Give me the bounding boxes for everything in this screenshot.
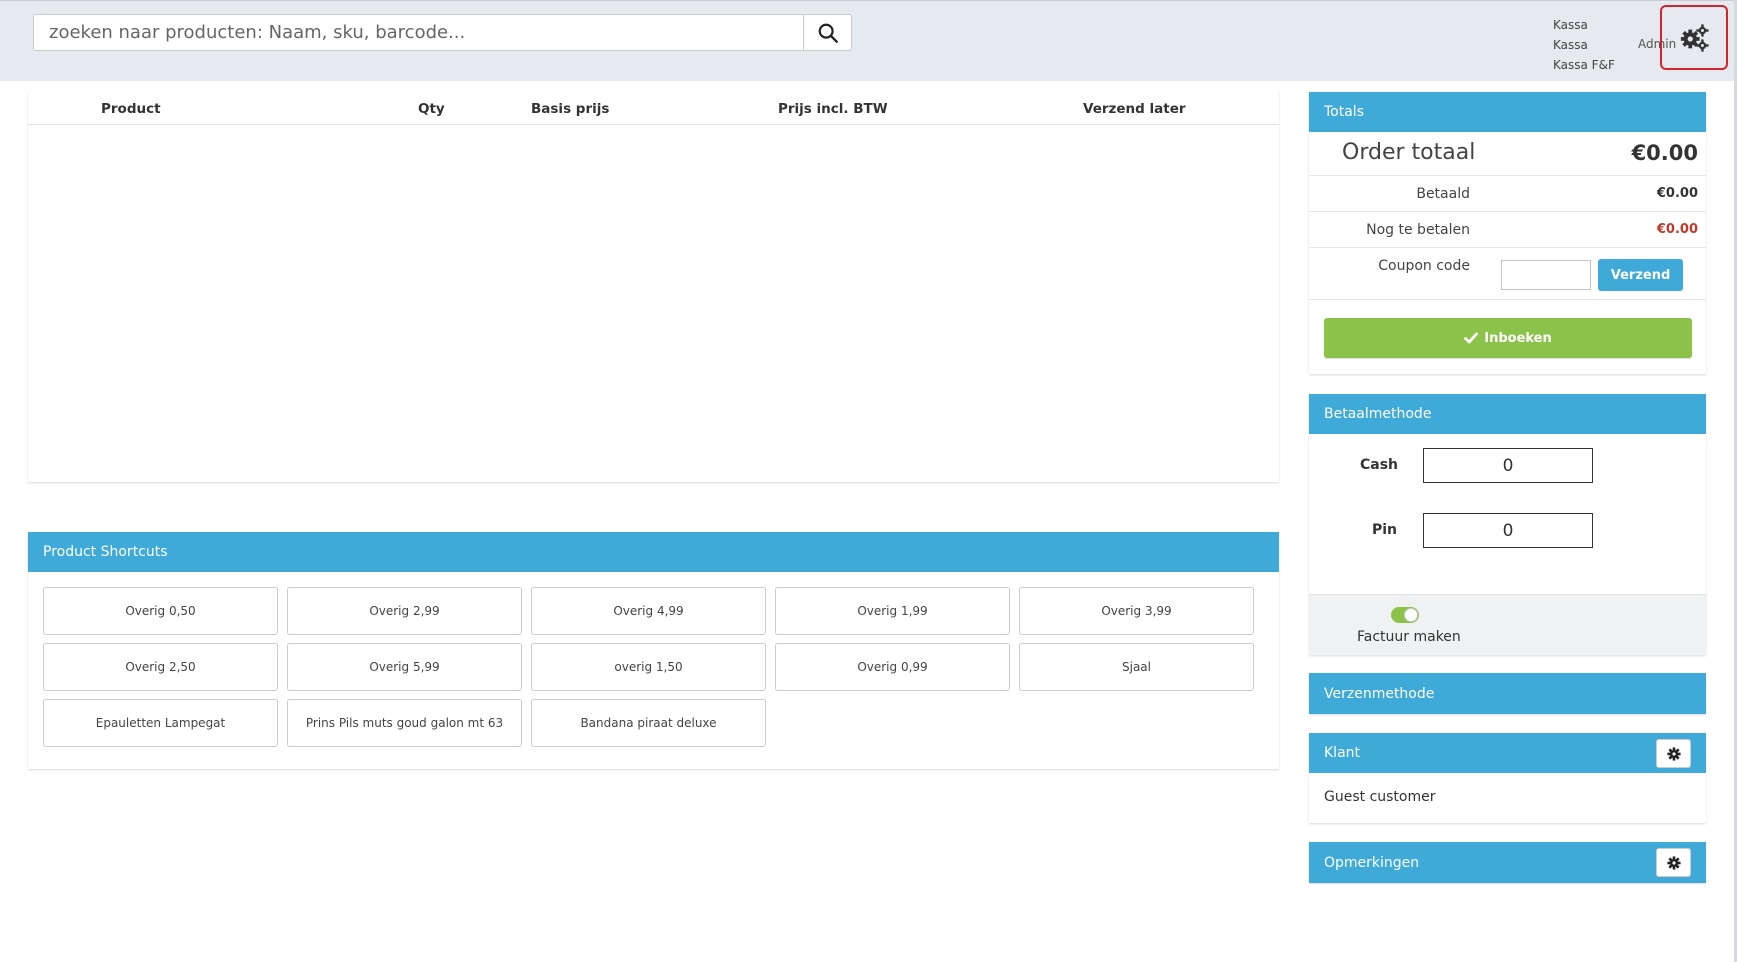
order-total-value: €0.00 <box>1631 141 1698 165</box>
shortcut-button[interactable]: Overig 2,99 <box>287 587 522 635</box>
shortcut-button[interactable]: Epauletten Lampegat <box>43 699 278 747</box>
pin-input[interactable] <box>1423 513 1593 548</box>
register-item[interactable]: Kassa <box>1553 35 1615 55</box>
register-item[interactable]: Kassa <box>1553 15 1615 35</box>
shortcut-button[interactable]: Overig 0,50 <box>43 587 278 635</box>
column-price-incl-vat: Prijs incl. BTW <box>778 101 888 117</box>
invoice-label: Factuur maken <box>1357 629 1461 645</box>
shortcut-button[interactable]: Bandana piraat deluxe <box>531 699 766 747</box>
top-bar: Kassa Kassa Kassa F&F Admin <box>0 0 1737 81</box>
coupon-row: Coupon code Verzend <box>1309 248 1706 300</box>
payment-method-panel: Betaalmethode Cash Pin Factuur maken <box>1309 394 1706 655</box>
search-box <box>33 14 852 51</box>
invoice-section: Factuur maken <box>1309 594 1706 655</box>
customer-name: Guest customer <box>1324 789 1436 805</box>
settings-button[interactable] <box>1660 5 1728 70</box>
paid-label: Betaald <box>1416 186 1470 202</box>
column-base-price: Basis prijs <box>531 101 610 117</box>
order-total-label: Order totaal <box>1342 140 1476 165</box>
toggle-knob <box>1404 608 1418 622</box>
column-ship-later: Verzend later <box>1083 101 1186 117</box>
column-qty: Qty <box>418 101 445 117</box>
book-order-label: Inboeken <box>1484 330 1552 346</box>
cash-input[interactable] <box>1423 448 1593 483</box>
totals-panel: Totals Order totaal €0.00 Betaald €0.00 … <box>1309 92 1706 374</box>
due-value: €0.00 <box>1656 222 1698 237</box>
shortcut-button[interactable]: Overig 1,99 <box>775 587 1010 635</box>
due-label: Nog te betalen <box>1366 222 1470 238</box>
order-total-row: Order totaal €0.00 <box>1309 132 1706 176</box>
shortcut-button[interactable]: Overig 3,99 <box>1019 587 1254 635</box>
pin-label: Pin <box>1372 522 1398 538</box>
customer-panel: Klant Guest customer <box>1309 733 1706 823</box>
gear-icon <box>1666 746 1681 761</box>
shortcut-button[interactable]: Overig 2,50 <box>43 643 278 691</box>
paid-value: €0.00 <box>1656 186 1698 201</box>
customer-header: Klant <box>1309 733 1706 773</box>
customer-title: Klant <box>1324 745 1361 761</box>
shipping-method-title[interactable]: Verzenmethode <box>1309 673 1706 714</box>
cash-label: Cash <box>1360 457 1399 473</box>
product-shortcuts-panel: Product Shortcuts Overig 0,50 Overig 2,9… <box>28 532 1279 769</box>
remarks-title: Opmerkingen <box>1324 854 1420 871</box>
search-input[interactable] <box>34 15 803 50</box>
register-item[interactable]: Kassa F&F <box>1553 55 1615 75</box>
remarks-settings-button[interactable] <box>1656 848 1691 877</box>
shortcut-button[interactable]: Overig 0,99 <box>775 643 1010 691</box>
remarks-header: Opmerkingen <box>1309 842 1706 883</box>
column-product: Product <box>101 101 161 117</box>
gear-icon <box>1666 855 1681 870</box>
cart-table-header: Product Qty Basis prijs Prijs incl. BTW … <box>28 92 1279 125</box>
gears-icon <box>1680 23 1709 52</box>
shortcut-button[interactable]: Overig 4,99 <box>531 587 766 635</box>
product-shortcuts-title: Product Shortcuts <box>28 532 1279 572</box>
customer-settings-button[interactable] <box>1656 739 1691 768</box>
book-order-button[interactable]: Inboeken <box>1324 318 1692 358</box>
remarks-panel: Opmerkingen <box>1309 842 1706 883</box>
check-icon <box>1464 332 1479 344</box>
totals-title: Totals <box>1309 92 1706 132</box>
due-row: Nog te betalen €0.00 <box>1309 212 1706 248</box>
coupon-label: Coupon code <box>1378 258 1470 274</box>
shortcut-button[interactable]: Sjaal <box>1019 643 1254 691</box>
shortcut-button[interactable]: Prins Pils muts goud galon mt 63 <box>287 699 522 747</box>
shipping-method-panel: Verzenmethode <box>1309 673 1706 714</box>
payment-method-title: Betaalmethode <box>1309 394 1706 434</box>
shortcut-grid: Overig 0,50 Overig 2,99 Overig 4,99 Over… <box>43 587 1263 747</box>
search-icon <box>818 23 838 43</box>
shortcut-button[interactable]: Overig 5,99 <box>287 643 522 691</box>
shortcut-button[interactable]: overig 1,50 <box>531 643 766 691</box>
cart-table: Product Qty Basis prijs Prijs incl. BTW … <box>28 92 1279 482</box>
paid-row: Betaald €0.00 <box>1309 176 1706 212</box>
register-list: Kassa Kassa Kassa F&F <box>1553 15 1615 75</box>
search-button[interactable] <box>803 15 851 50</box>
coupon-send-button[interactable]: Verzend <box>1598 259 1683 291</box>
invoice-toggle[interactable] <box>1391 607 1419 623</box>
coupon-input[interactable] <box>1501 260 1591 290</box>
